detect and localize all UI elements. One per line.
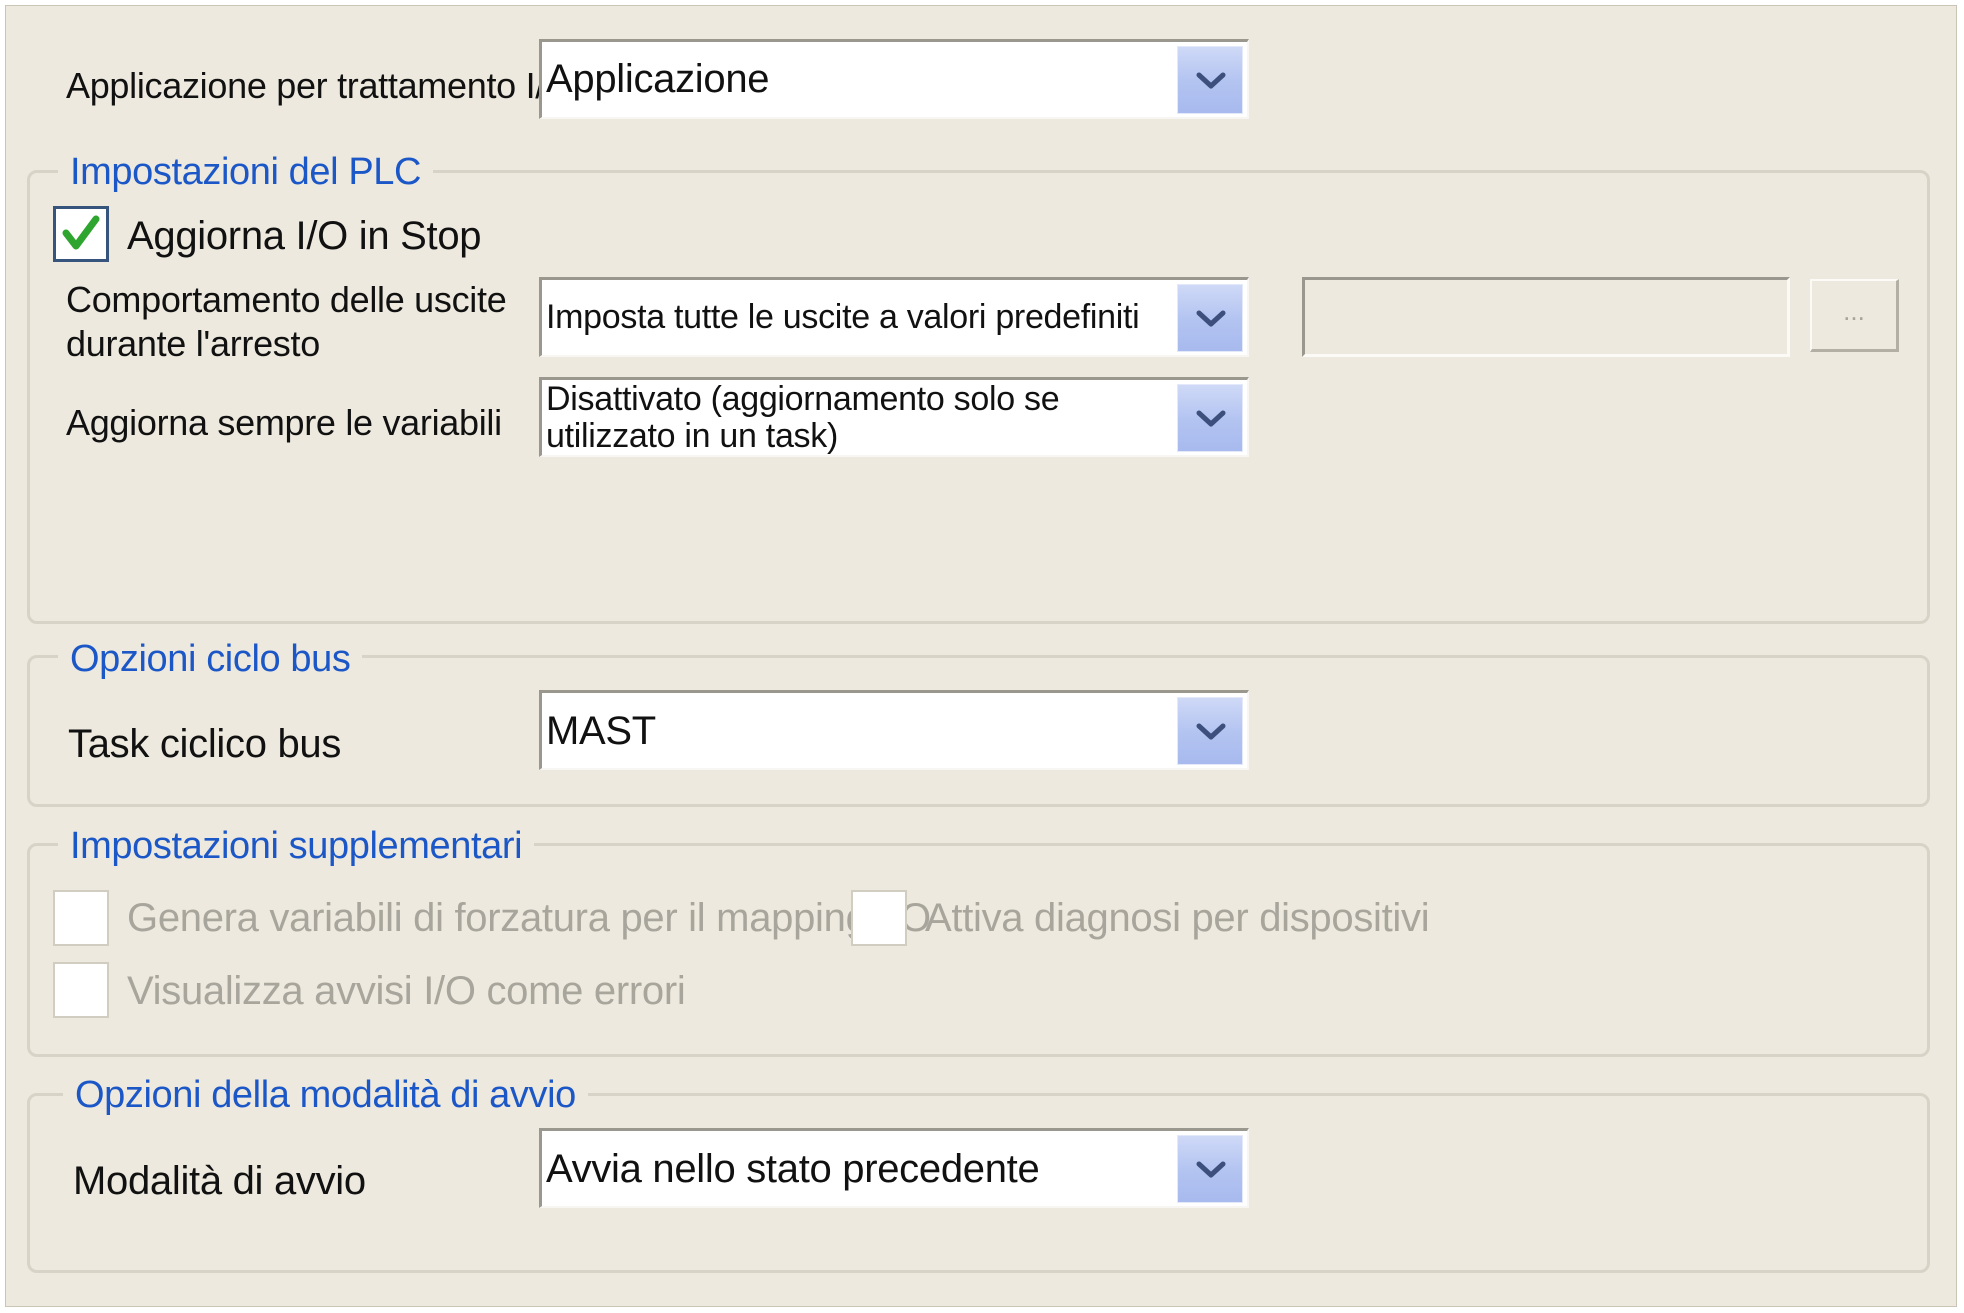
bus-cycle-task-dropdown[interactable]: MAST [539, 690, 1249, 770]
outputs-behavior-label-line2: durante l'arresto [66, 323, 320, 364]
checkmark-icon [62, 215, 100, 250]
device-diagnosis-label: Attiva diagnosi per dispositivi [925, 896, 1430, 940]
outputs-behavior-dropdown[interactable]: Imposta tutte le uscite a valori predefi… [539, 277, 1249, 357]
force-variables-checkbox[interactable] [53, 890, 109, 946]
force-variables-label: Genera variabili di forzatura per il map… [127, 896, 931, 940]
additional-settings-group [27, 843, 1930, 1057]
chevron-down-icon [1196, 310, 1226, 327]
warnings-as-errors-checkbox[interactable] [53, 962, 109, 1018]
chevron-down-icon [1196, 410, 1226, 427]
always-update-variables-value: Disattivato (aggiornamento solo se utili… [546, 380, 1173, 455]
plc-settings-title: Impostazioni del PLC [58, 149, 434, 195]
bus-cycle-task-label: Task ciclico bus [68, 722, 342, 766]
always-update-variables-dropdown[interactable]: Disattivato (aggiornamento solo se utili… [539, 377, 1249, 457]
outputs-browse-button[interactable]: ... [1810, 279, 1899, 352]
update-io-in-stop-checkbox[interactable] [53, 206, 109, 262]
outputs-behavior-value: Imposta tutte le uscite a valori predefi… [546, 298, 1140, 336]
outputs-default-values-field[interactable] [1302, 277, 1790, 357]
bus-cycle-task-dropdown-button[interactable] [1177, 697, 1243, 765]
startup-mode-title: Opzioni della modalità di avvio [63, 1072, 588, 1118]
startup-mode-value: Avvia nello stato precedente [546, 1147, 1040, 1191]
always-update-variables-value-line1: Disattivato (aggiornamento solo se [546, 380, 1060, 418]
io-application-dropdown-button[interactable] [1177, 46, 1243, 114]
outputs-behavior-label-line1: Comportamento delle uscite [66, 279, 507, 320]
bus-cycle-title: Opzioni ciclo bus [58, 636, 363, 682]
io-settings-panel: Applicazione per trattamento I/O: Applic… [5, 5, 1957, 1307]
always-update-variables-dropdown-button[interactable] [1177, 384, 1243, 452]
startup-mode-label: Modalità di avvio [73, 1159, 366, 1203]
io-application-value: Applicazione [546, 57, 770, 101]
outputs-behavior-dropdown-button[interactable] [1177, 284, 1243, 352]
startup-mode-dropdown[interactable]: Avvia nello stato precedente [539, 1128, 1249, 1208]
io-application-dropdown[interactable]: Applicazione [539, 39, 1249, 119]
always-update-variables-value-line2: utilizzato in un task) [546, 416, 838, 455]
device-diagnosis-checkbox[interactable] [851, 890, 907, 946]
io-application-label: Applicazione per trattamento I/O: [66, 65, 583, 106]
update-io-in-stop-label: Aggiorna I/O in Stop [127, 214, 482, 258]
always-update-variables-label: Aggiorna sempre le variabili [66, 402, 502, 443]
startup-mode-dropdown-button[interactable] [1177, 1135, 1243, 1203]
warnings-as-errors-label: Visualizza avvisi I/O come errori [127, 969, 686, 1013]
bus-cycle-task-value: MAST [546, 709, 656, 753]
additional-settings-title: Impostazioni supplementari [58, 823, 535, 869]
chevron-down-icon [1196, 1161, 1226, 1178]
chevron-down-icon [1196, 72, 1226, 89]
outputs-behavior-label: Comportamento delle uscite durante l'arr… [66, 278, 507, 366]
chevron-down-icon [1196, 723, 1226, 740]
